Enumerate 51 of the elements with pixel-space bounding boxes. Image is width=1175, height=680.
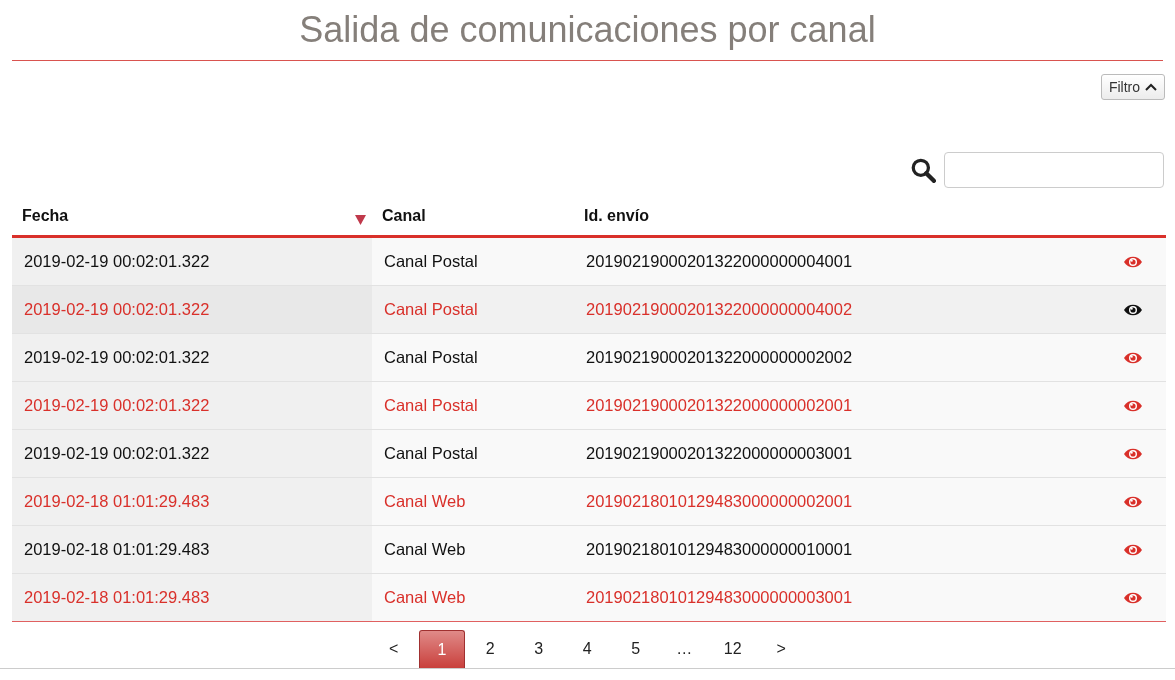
table-row[interactable]: 2019-02-19 00:02:01.322 Canal Postal 20190219000201322000000002002 xyxy=(12,334,1166,382)
search-field[interactable] xyxy=(944,152,1164,188)
column-header[interactable]: Canal xyxy=(372,197,574,235)
page-title: Salida de comunicaciones por canal xyxy=(298,8,877,52)
id-text: 20190218010129483000000002001 xyxy=(586,492,853,511)
previous-page-button[interactable]: < xyxy=(369,630,418,668)
date-text: 2019-02-18 01:01:29.483 xyxy=(24,588,210,607)
search-icon xyxy=(910,157,936,183)
id-text: 20190218010129483000000003001 xyxy=(586,588,853,607)
channel-text: Canal Postal xyxy=(384,348,478,367)
channel-text: Canal Web xyxy=(384,492,466,511)
id-text: 20190219000201322000000003001 xyxy=(586,444,853,463)
filter-button[interactable]: Filtro xyxy=(1100,74,1165,100)
table-row[interactable]: 2019-02-18 01:01:29.483 Canal Web 20190218010129483000000003001 xyxy=(12,574,1166,621)
page-button[interactable]: 3 xyxy=(514,630,563,668)
date-text: 2019-02-18 01:01:29.483 xyxy=(24,492,210,511)
table-row[interactable]: 2019-02-19 00:02:01.322 Canal Postal 20190219000201322000000004002 xyxy=(12,286,1166,334)
sort-arrow-icon[interactable] xyxy=(355,215,366,225)
page-button[interactable]: 4 xyxy=(563,630,612,668)
table-row[interactable]: 2019-02-18 01:01:29.483 Canal Web 20190218010129483000000010001 xyxy=(12,526,1166,574)
table-row[interactable]: 2019-02-19 00:02:01.322 Canal Postal 20190219000201322000000004001 xyxy=(12,238,1166,286)
eye-icon[interactable] xyxy=(1123,302,1143,317)
page-button[interactable]: 12 xyxy=(708,630,757,668)
channel-text: Canal Postal xyxy=(384,300,478,319)
page-button[interactable]: 2 xyxy=(466,630,515,668)
date-text: 2019-02-19 00:02:01.322 xyxy=(24,300,210,319)
page-button[interactable]: 1 xyxy=(419,630,465,668)
channel-text: Canal Web xyxy=(384,540,466,559)
channel-text: Canal Postal xyxy=(384,396,478,415)
id-text: 20190219000201322000000002001 xyxy=(586,396,853,415)
date-text: 2019-02-19 00:02:01.322 xyxy=(24,396,210,415)
table-row[interactable]: 2019-02-19 00:02:01.322 Canal Postal 20190219000201322000000002001 xyxy=(12,382,1166,430)
chevron-icon xyxy=(1145,83,1157,91)
id-text: 20190219000201322000000004001 xyxy=(586,252,853,271)
column-header[interactable]: Fecha xyxy=(12,197,372,235)
channel-text: Canal Web xyxy=(384,588,466,607)
page-button[interactable]: 5 xyxy=(611,630,660,668)
page-button[interactable]: … xyxy=(660,630,709,668)
date-text: 2019-02-19 00:02:01.322 xyxy=(24,252,210,271)
channel-text: Canal Postal xyxy=(384,252,478,271)
id-text: 20190219000201322000000002002 xyxy=(586,348,853,367)
id-text: 20190218010129483000000010001 xyxy=(586,540,853,559)
next-page-button[interactable]: > xyxy=(757,630,806,668)
date-text: 2019-02-19 00:02:01.322 xyxy=(24,348,210,367)
table-row[interactable]: 2019-02-18 01:01:29.483 Canal Web 20190218010129483000000002001 xyxy=(12,478,1166,526)
id-text: 20190219000201322000000004002 xyxy=(586,300,853,319)
date-text: 2019-02-18 01:01:29.483 xyxy=(24,540,210,559)
column-header[interactable]: Id. envío xyxy=(574,197,1100,235)
channel-text: Canal Postal xyxy=(384,444,478,463)
date-text: 2019-02-19 00:02:01.322 xyxy=(24,444,210,463)
table-row[interactable]: 2019-02-19 00:02:01.322 Canal Postal 20190219000201322000000003001 xyxy=(12,430,1166,478)
